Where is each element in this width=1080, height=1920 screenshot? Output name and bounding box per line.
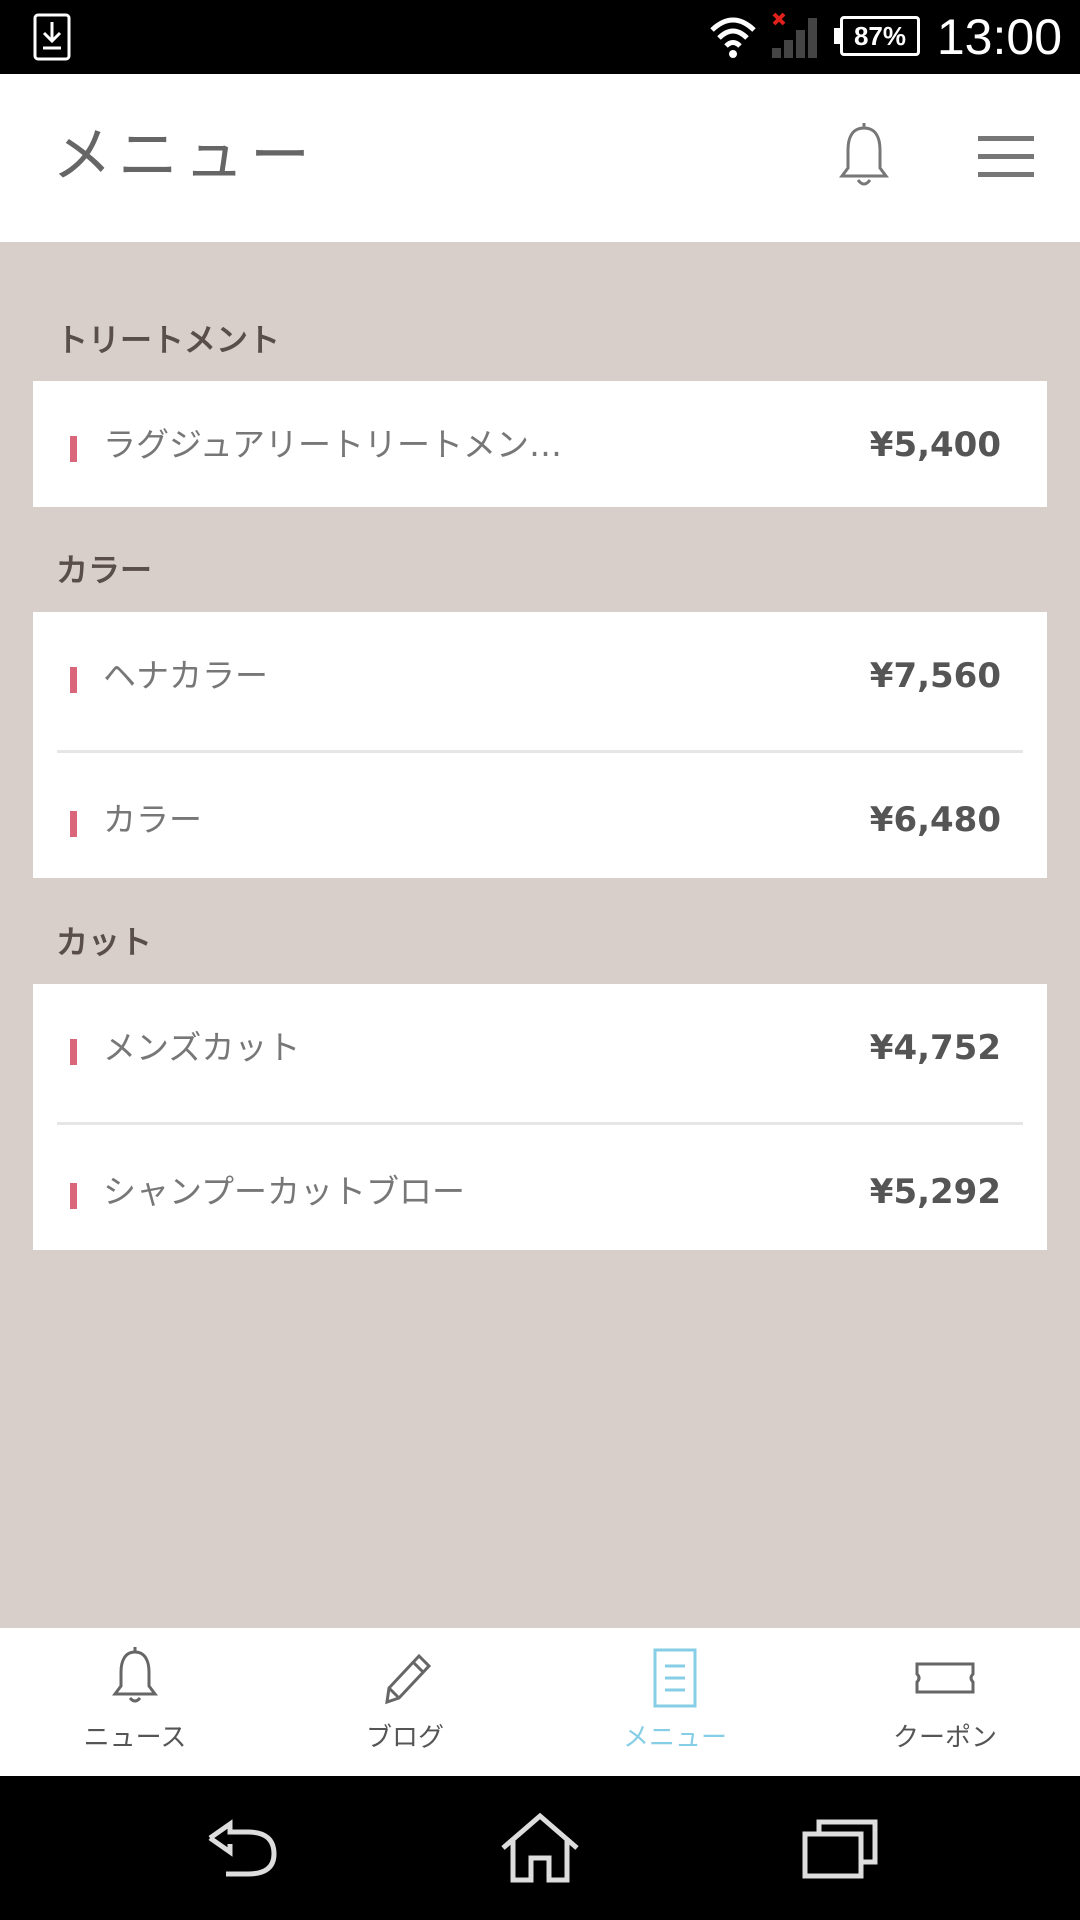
notification-bell-icon[interactable]: [836, 122, 892, 192]
bell-icon: [112, 1647, 158, 1703]
pencil-icon: [385, 1653, 432, 1705]
ticket-icon: [915, 1662, 975, 1694]
clock: 13:00: [936, 9, 1062, 65]
section-title-color: カラー: [56, 551, 153, 589]
section-card-color: ヘナカラー ¥7,560 カラー ¥6,480: [33, 612, 1047, 878]
section-title-treatment: トリートメント: [56, 321, 281, 359]
hamburger-menu-icon[interactable]: [976, 132, 1036, 182]
section-card-cut: メンズカット ¥4,752 シャンプーカットブロー ¥5,292: [33, 984, 1047, 1250]
tab-blog[interactable]: ブログ: [270, 1628, 540, 1776]
menu-content: トリートメント ラグジュアリートリートメン… ¥5,400 カラー ヘナカラー …: [0, 242, 1080, 1628]
menu-item-name: ヘナカラー: [103, 656, 268, 695]
section-title-cut: カット: [56, 923, 153, 961]
item-accent-bar: [70, 811, 77, 837]
menu-item[interactable]: シャンプーカットブロー ¥5,292: [33, 1125, 1047, 1250]
menu-item[interactable]: ヘナカラー ¥7,560: [33, 612, 1047, 750]
menu-item[interactable]: メンズカット ¥4,752: [33, 984, 1047, 1122]
signal-icon: [772, 12, 817, 58]
tab-news[interactable]: ニュース: [0, 1628, 270, 1776]
wifi-icon: [710, 17, 756, 58]
menu-item-price: ¥7,560: [869, 656, 1001, 696]
tab-label: クーポン: [892, 1723, 997, 1753]
menu-item-name: メンズカット: [103, 1028, 301, 1067]
tab-menu[interactable]: メニュー: [540, 1628, 810, 1776]
back-icon[interactable]: [196, 1812, 286, 1884]
menu-item-price: ¥4,752: [869, 1028, 1001, 1068]
item-accent-bar: [70, 667, 77, 693]
tab-label: ニュース: [83, 1723, 187, 1753]
menu-item-name: カラー: [103, 800, 202, 839]
menu-item-price: ¥5,292: [869, 1172, 1001, 1212]
app-header: メニュー: [0, 74, 1080, 242]
item-accent-bar: [70, 1039, 77, 1065]
bottom-tab-bar: ニュース ブログ メニュー クーポン: [0, 1628, 1080, 1776]
menu-item[interactable]: ラグジュアリートリートメン… ¥5,400: [33, 381, 1047, 507]
menu-item-price: ¥6,480: [869, 800, 1001, 840]
menu-item-name: ラグジュアリートリートメン…: [103, 425, 563, 464]
menu-item-name: シャンプーカットブロー: [103, 1172, 466, 1211]
document-icon: [653, 1648, 697, 1708]
tab-label: メニュー: [622, 1723, 727, 1753]
recent-apps-icon[interactable]: [795, 1812, 885, 1884]
section-card-treatment: ラグジュアリートリートメン… ¥5,400: [33, 381, 1047, 507]
download-icon: [33, 13, 71, 61]
tab-coupon[interactable]: クーポン: [810, 1628, 1080, 1776]
menu-item-price: ¥5,400: [869, 425, 1001, 465]
item-accent-bar: [70, 1183, 77, 1209]
item-accent-bar: [70, 436, 77, 462]
status-bar: 87% 13:00: [0, 0, 1080, 74]
tab-label: ブログ: [365, 1723, 444, 1753]
home-icon[interactable]: [495, 1812, 585, 1884]
battery-indicator: 87%: [834, 16, 920, 56]
page-title: メニュー: [52, 121, 316, 191]
menu-item[interactable]: カラー ¥6,480: [33, 753, 1047, 878]
system-navigation-bar: [0, 1776, 1080, 1920]
